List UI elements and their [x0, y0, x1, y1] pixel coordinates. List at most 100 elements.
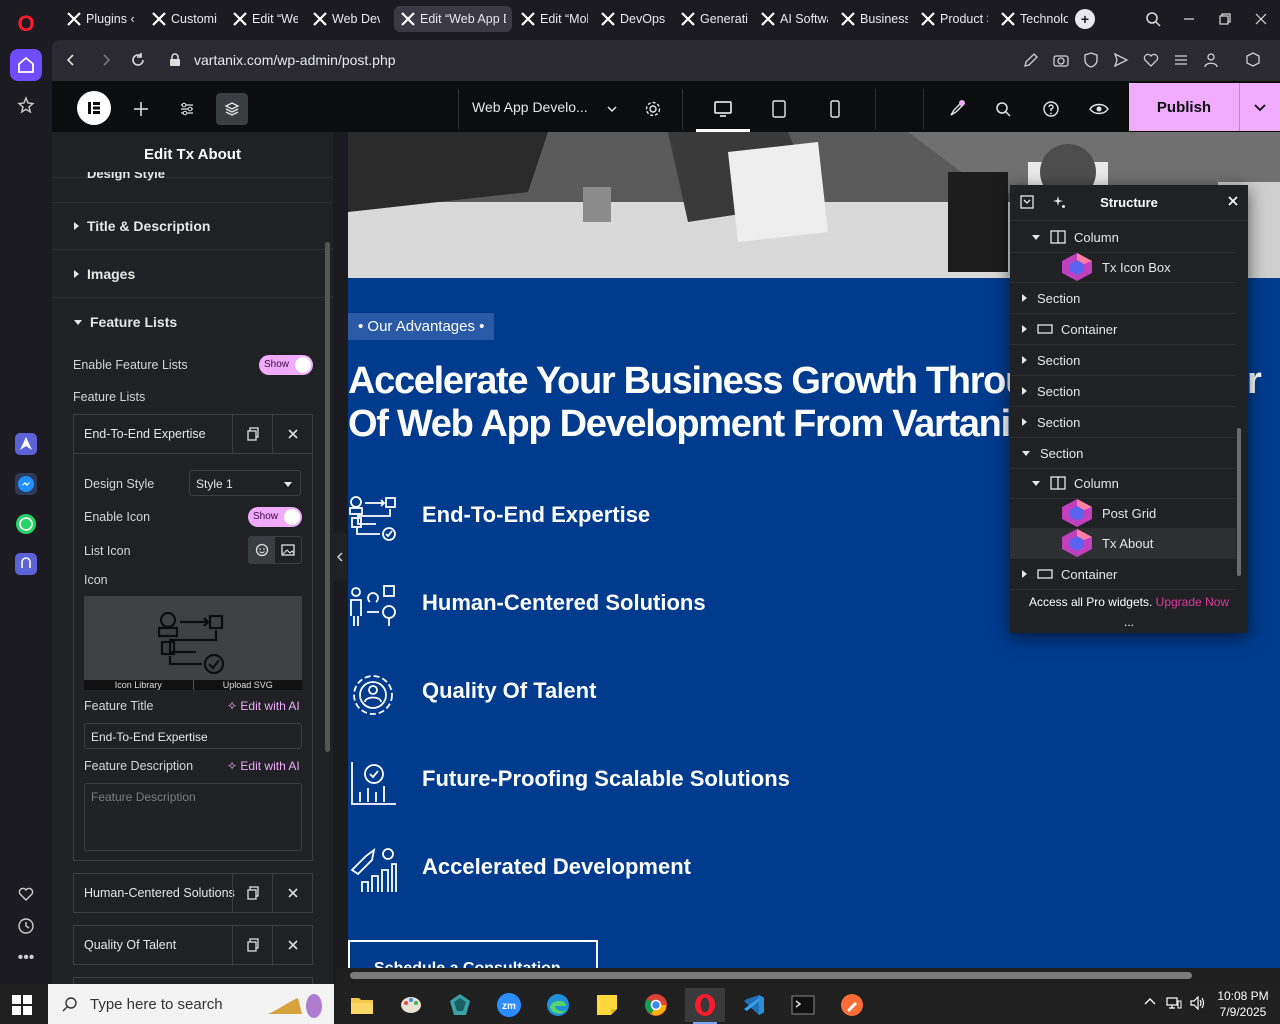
structure-node-column[interactable]: Column: [1010, 222, 1236, 253]
lock-icon[interactable]: [164, 49, 186, 71]
reload-icon[interactable]: [127, 49, 149, 71]
section-design-style[interactable]: Design Style: [87, 172, 165, 182]
resize-handle[interactable]: ...: [1010, 616, 1248, 628]
heart-icon[interactable]: [10, 878, 42, 910]
url-text[interactable]: vartanix.com/wp-admin/post.php: [194, 52, 396, 68]
panel-scrollbar[interactable]: [325, 242, 330, 752]
structure-node-post-grid[interactable]: Post Grid: [1010, 498, 1236, 529]
tab-business[interactable]: Business: [834, 6, 914, 32]
close-window-icon[interactable]: [1246, 8, 1276, 30]
back-icon[interactable]: [60, 49, 82, 71]
icon-type-icon[interactable]: [249, 537, 275, 563]
image-type-icon[interactable]: [275, 537, 301, 563]
tab-web-dev[interactable]: Web Dev: [306, 6, 386, 32]
icon-preview[interactable]: Icon Library Upload SVG: [84, 596, 302, 690]
structure-node-container[interactable]: Container: [1010, 314, 1236, 345]
section-badge[interactable]: • Our Advantages •: [348, 313, 495, 340]
section-feature-lists[interactable]: Feature Lists: [52, 298, 333, 346]
page-selector[interactable]: Web App Develo...: [472, 99, 588, 115]
enable-feature-toggle[interactable]: Show: [259, 355, 313, 375]
section-title-description[interactable]: Title & Description: [52, 202, 333, 250]
new-tab-button[interactable]: +: [1075, 9, 1095, 29]
postman-icon[interactable]: [832, 988, 872, 1022]
repeater-item-quality-talent[interactable]: Quality Of Talent: [73, 925, 313, 965]
paint-icon[interactable]: [391, 988, 431, 1022]
opera-taskbar-icon[interactable]: [685, 988, 725, 1024]
minimize-icon[interactable]: [1174, 8, 1204, 30]
feature-item[interactable]: Human-Centered Solutions: [348, 578, 948, 634]
add-element-icon[interactable]: [125, 93, 157, 125]
notifications-rocket-icon[interactable]: [941, 93, 973, 125]
edit-with-ai-description-button[interactable]: ✧ Edit with AI: [227, 759, 300, 773]
publish-button[interactable]: Publish: [1129, 83, 1239, 131]
tab-devops[interactable]: DevOps C: [594, 6, 674, 32]
send-icon[interactable]: [1112, 51, 1130, 69]
taskbar-search-box[interactable]: Type here to search: [48, 984, 334, 1024]
tab-product[interactable]: Product S: [914, 6, 994, 32]
system-clock[interactable]: 10:08 PM 7/9/2025: [1212, 988, 1274, 1020]
remove-icon[interactable]: [272, 926, 312, 964]
remove-icon[interactable]: [272, 874, 312, 912]
structure-node-section[interactable]: Section: [1010, 407, 1236, 438]
tray-chevron-up-icon[interactable]: [1144, 996, 1156, 1006]
repeater-item-next[interactable]: [73, 977, 313, 984]
upgrade-now-link[interactable]: Upgrade Now: [1156, 595, 1229, 609]
tab-edit-web-app[interactable]: Edit “Web App D: [394, 6, 512, 32]
help-icon[interactable]: [1035, 93, 1067, 125]
chevron-down-icon[interactable]: [596, 93, 628, 125]
duplicate-icon[interactable]: [232, 926, 272, 964]
tab-ai-software[interactable]: AI Softwa: [754, 6, 834, 32]
chrome-icon[interactable]: [636, 988, 676, 1022]
duplicate-icon[interactable]: [232, 415, 272, 453]
feature-item[interactable]: Future-Proofing Scalable Solutions: [348, 754, 948, 810]
network-icon[interactable]: [1166, 996, 1182, 1010]
structure-node-column[interactable]: Column: [1010, 468, 1236, 499]
tab-plugins[interactable]: Plugins ‹: [60, 6, 140, 32]
structure-scrollbar[interactable]: [1237, 428, 1241, 576]
app-diamond-icon[interactable]: [440, 988, 480, 1022]
more-icon[interactable]: •••: [10, 942, 42, 974]
messenger-icon[interactable]: [10, 468, 42, 500]
design-style-select[interactable]: Style 1: [189, 470, 301, 496]
aria-icon[interactable]: [10, 428, 42, 460]
vscode-icon[interactable]: [734, 988, 774, 1022]
structure-node-section[interactable]: Section: [1010, 345, 1236, 376]
preview-eye-icon[interactable]: [1083, 93, 1115, 125]
sticky-notes-icon[interactable]: [587, 988, 627, 1022]
opera-logo-icon[interactable]: O: [10, 8, 42, 40]
music-icon[interactable]: [10, 548, 42, 580]
favorite-icon[interactable]: [1142, 51, 1160, 69]
ai-sparkle-icon[interactable]: [1052, 195, 1066, 209]
edit-page-icon[interactable]: [1022, 51, 1040, 69]
edge-icon[interactable]: [538, 988, 578, 1022]
terminal-icon[interactable]: [783, 988, 823, 1022]
tab-edit-web[interactable]: Edit “Web: [226, 6, 304, 32]
structure-layers-icon[interactable]: [216, 93, 248, 125]
extensions-icon[interactable]: [1244, 51, 1262, 69]
feature-item[interactable]: Accelerated Development: [348, 842, 948, 898]
collapse-panel-handle[interactable]: [333, 533, 347, 581]
feature-item[interactable]: End-To-End Expertise: [348, 490, 948, 546]
page-settings-gear-icon[interactable]: [637, 93, 669, 125]
tab-technology[interactable]: Technolog: [994, 6, 1074, 32]
camera-icon[interactable]: [1052, 51, 1070, 69]
shield-icon[interactable]: [1082, 51, 1100, 69]
structure-node-tx-about[interactable]: Tx About: [1010, 528, 1236, 559]
finder-search-icon[interactable]: [987, 93, 1019, 125]
edit-with-ai-title-button[interactable]: ✧ Edit with AI: [227, 699, 300, 713]
repeater-item-expertise[interactable]: End-To-End Expertise: [73, 414, 313, 454]
feature-description-textarea[interactable]: Feature Description: [84, 783, 302, 851]
upload-svg-button[interactable]: Upload SVG: [192, 680, 303, 690]
tab-edit-mob[interactable]: Edit “Mob: [514, 6, 594, 32]
search-tabs-icon[interactable]: [1138, 8, 1168, 30]
whatsapp-icon[interactable]: [10, 508, 42, 540]
tab-generative[interactable]: Generativ: [674, 6, 754, 32]
structure-node-section-open[interactable]: Section: [1010, 438, 1236, 469]
home-icon[interactable]: [10, 49, 42, 81]
structure-node-container[interactable]: Container: [1010, 559, 1236, 590]
tablet-view-icon[interactable]: [763, 93, 795, 125]
feature-item[interactable]: Quality Of Talent: [348, 666, 948, 722]
structure-node-tx-icon-box[interactable]: Tx Icon Box: [1010, 252, 1236, 283]
schedule-consultation-button[interactable]: Schedule a Consultation: [348, 940, 598, 968]
file-explorer-icon[interactable]: [342, 988, 382, 1022]
